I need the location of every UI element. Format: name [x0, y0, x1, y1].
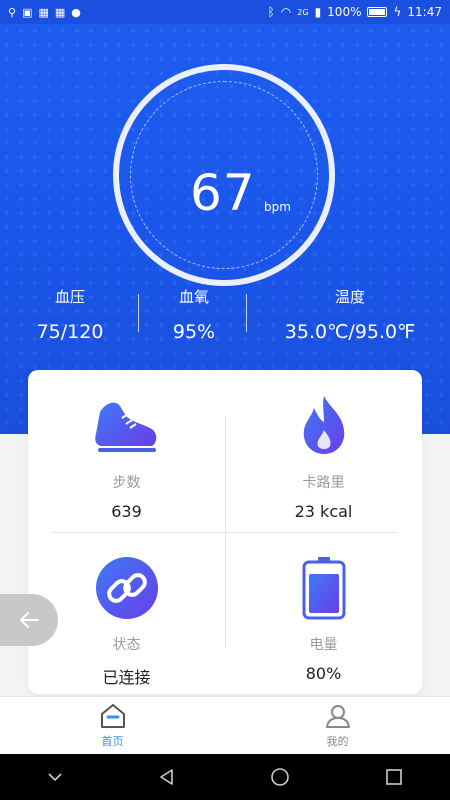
grid-notification-icon-2: ▦ — [54, 5, 66, 19]
calories-value: 23 kcal — [294, 502, 353, 521]
battery-cell[interactable]: 电量 80% — [225, 556, 422, 683]
blood-oxygen-metric: 血氧 95% — [160, 286, 228, 343]
temperature-metric: 温度 35.0℃/95.0℉ — [270, 286, 430, 343]
calories-cell[interactable]: 卡路里 23 kcal — [225, 394, 422, 521]
usb-icon: ⚲ — [8, 5, 17, 19]
blood-pressure-label: 血压 — [54, 288, 85, 306]
circle-notification-icon: ● — [71, 5, 81, 19]
charging-icon: ϟ — [393, 5, 402, 19]
temperature-label: 温度 — [334, 288, 365, 306]
steps-label: 步数 — [112, 475, 141, 491]
heart-rate-value: 67 — [190, 164, 256, 222]
flame-icon — [225, 394, 422, 458]
metric-divider-2 — [246, 294, 247, 332]
calories-label: 卡路里 — [302, 475, 345, 491]
heart-rate-unit: bpm — [264, 200, 291, 214]
link-icon — [28, 556, 225, 620]
steps-cell[interactable]: 步数 639 — [28, 394, 225, 521]
metric-divider-1 — [138, 294, 139, 332]
steps-value: 639 — [111, 502, 142, 521]
arrow-left-icon — [20, 612, 39, 628]
wifi-icon: ◠ — [280, 5, 292, 19]
battery-status-icon — [367, 7, 388, 17]
blood-oxygen-value: 95% — [172, 321, 216, 343]
card-divider-horizontal — [52, 532, 398, 533]
battery-label: 电量 — [309, 637, 338, 653]
tab-home[interactable]: 首页 — [0, 697, 225, 754]
nav-home-icon[interactable] — [270, 767, 290, 787]
battery-percent: 100% — [327, 5, 362, 19]
image-notification-icon: ▣ — [22, 5, 33, 19]
nav-recents-icon[interactable] — [385, 768, 403, 786]
tab-profile-label: 我的 — [326, 734, 349, 748]
back-button[interactable] — [0, 594, 58, 646]
signal-icon: ▮ — [314, 5, 322, 19]
network-type: 2G — [297, 7, 309, 17]
profile-icon — [325, 704, 350, 728]
connection-status-label: 状态 — [112, 637, 141, 653]
temperature-value: 35.0℃/95.0℉ — [284, 321, 416, 343]
tab-profile[interactable]: 我的 — [225, 697, 450, 754]
bluetooth-icon: ᛒ — [267, 5, 275, 19]
blood-pressure-value: 75/120 — [36, 321, 104, 343]
connection-status-value: 已连接 — [102, 668, 151, 687]
status-right-icons: ᛒ ◠ 2G ▮ 100% ϟ 11:47 — [268, 5, 442, 19]
battery-value: 80% — [305, 664, 342, 683]
clock: 11:47 — [407, 5, 442, 19]
blood-pressure-metric: 血压 75/120 — [28, 286, 112, 343]
grid-notification-icon: ▦ — [38, 5, 49, 19]
nav-back-icon[interactable] — [158, 768, 176, 786]
chevron-down-icon[interactable] — [47, 772, 63, 782]
system-nav-bar — [0, 754, 450, 800]
status-bar: ⚲ ▣ ▦ ▦ ● ᛒ ◠ 2G ▮ 100% ϟ 11:47 — [0, 0, 450, 24]
home-icon — [100, 703, 125, 728]
blood-oxygen-label: 血氧 — [178, 288, 209, 306]
stats-card: 步数 639 卡路里 23 kcal 状态 已连接 电量 80% — [28, 370, 422, 694]
bottom-tab-bar: 首页 我的 — [0, 696, 450, 754]
status-left-icons: ⚲ ▣ ▦ ▦ ● — [8, 6, 81, 19]
shoe-icon — [28, 394, 225, 458]
battery-icon — [225, 556, 422, 620]
tab-home-label: 首页 — [101, 734, 124, 748]
